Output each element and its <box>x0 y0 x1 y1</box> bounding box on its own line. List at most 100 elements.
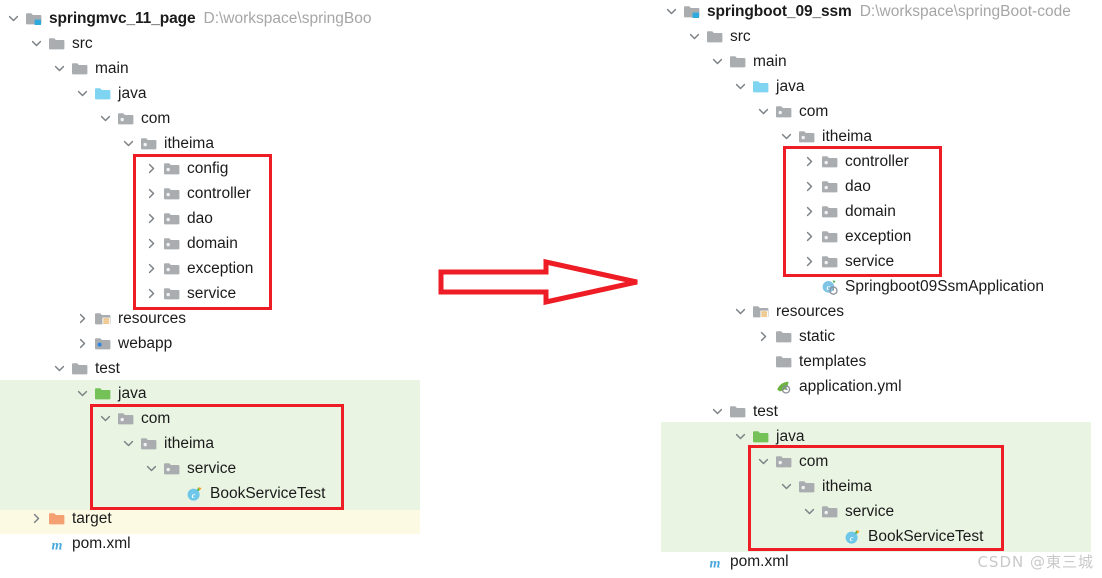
tree-row[interactable]: templates <box>756 349 866 374</box>
tree-row[interactable]: exception <box>802 224 911 249</box>
tree-row[interactable]: itheima <box>779 474 872 499</box>
tree-row[interactable]: springmvc_11_page D:\workspace\springBoo <box>6 6 372 31</box>
tree-row[interactable]: com <box>98 106 170 131</box>
chevron-down-icon[interactable] <box>733 429 748 444</box>
tree-row[interactable]: resources <box>75 306 186 331</box>
tree-row[interactable]: main <box>710 49 787 74</box>
tree-row-label: service <box>187 284 237 302</box>
folder-gray-icon <box>706 29 724 45</box>
tree-row[interactable]: java <box>75 81 146 106</box>
tree-row[interactable]: springboot_09_ssm D:\workspace\springBoot… <box>664 0 1071 24</box>
tree-row[interactable]: webapp <box>75 331 172 356</box>
tree-row-label: target <box>72 509 112 527</box>
chevron-right-icon[interactable] <box>144 236 159 251</box>
tree-row[interactable]: dao <box>144 206 213 231</box>
tree-row[interactable]: dao <box>802 174 871 199</box>
tree-row[interactable]: static <box>756 324 835 349</box>
tree-row[interactable]: config <box>144 156 228 181</box>
chevron-down-icon[interactable] <box>710 404 725 419</box>
tree-row[interactable]: java <box>75 381 146 406</box>
chevron-down-icon[interactable] <box>121 136 136 151</box>
chevron-down-icon[interactable] <box>802 504 817 519</box>
tree-row-label: test <box>95 359 120 377</box>
chevron-down-icon[interactable] <box>75 86 90 101</box>
chevron-down-icon[interactable] <box>6 11 21 26</box>
tree-row[interactable]: test <box>710 399 778 424</box>
chevron-right-icon[interactable] <box>144 161 159 176</box>
tree-row[interactable]: service <box>144 281 236 306</box>
chevron-down-icon[interactable] <box>687 29 702 44</box>
tree-row[interactable]: target <box>29 506 112 531</box>
folder-package-icon <box>775 104 793 120</box>
left-project-tree[interactable]: springmvc_11_page D:\workspace\springBoo s… <box>0 0 420 578</box>
chevron-down-icon[interactable] <box>29 36 44 51</box>
right-project-tree[interactable]: springboot_09_ssm D:\workspace\springBoot… <box>660 0 1102 578</box>
tree-row[interactable]: domain <box>144 231 238 256</box>
chevron-down-icon[interactable] <box>52 61 67 76</box>
chevron-down-icon[interactable] <box>98 111 113 126</box>
chevron-right-icon[interactable] <box>144 186 159 201</box>
chevron-down-icon[interactable] <box>664 4 679 19</box>
tree-row[interactable]: itheima <box>121 131 214 156</box>
chevron-down-icon[interactable] <box>121 436 136 451</box>
folder-package-icon <box>117 411 135 427</box>
tree-row[interactable]: service <box>144 456 236 481</box>
chevron-down-icon[interactable] <box>98 411 113 426</box>
tree-row[interactable]: itheima <box>121 431 214 456</box>
tree-row[interactable]: m pom.xml <box>29 531 131 556</box>
chevron-down-icon[interactable] <box>144 461 159 476</box>
tree-row[interactable]: domain <box>802 199 896 224</box>
tree-row[interactable]: java <box>733 424 804 449</box>
tree-row[interactable]: application.yml <box>756 374 902 399</box>
tree-row[interactable]: com <box>756 449 828 474</box>
chevron-right-icon[interactable] <box>756 329 771 344</box>
chevron-down-icon[interactable] <box>779 129 794 144</box>
tree-row[interactable]: test <box>52 356 120 381</box>
tree-row[interactable]: controller <box>144 181 251 206</box>
folder-package-icon <box>821 254 839 270</box>
svg-text:m: m <box>52 538 63 552</box>
chevron-down-icon[interactable] <box>75 386 90 401</box>
tree-row[interactable]: c Springboot09SsmApplication <box>802 274 1044 299</box>
tree-row-label: main <box>95 59 129 77</box>
chevron-right-icon[interactable] <box>802 254 817 269</box>
chevron-right-icon[interactable] <box>144 286 159 301</box>
folder-gray-icon <box>775 329 793 345</box>
tree-row[interactable]: c BookServiceTest <box>167 481 325 506</box>
tree-row[interactable]: service <box>802 249 894 274</box>
tree-row[interactable]: src <box>29 31 93 56</box>
tree-row[interactable]: main <box>52 56 129 81</box>
chevron-down-icon[interactable] <box>779 479 794 494</box>
folder-package-icon <box>163 211 181 227</box>
chevron-down-icon[interactable] <box>756 104 771 119</box>
tree-row[interactable]: exception <box>144 256 253 281</box>
chevron-right-icon[interactable] <box>802 179 817 194</box>
chevron-right-icon[interactable] <box>144 261 159 276</box>
tree-row[interactable]: com <box>756 99 828 124</box>
chevron-right-icon[interactable] <box>75 336 90 351</box>
tree-row[interactable]: src <box>687 24 751 49</box>
tree-row[interactable]: resources <box>733 299 844 324</box>
chevron-right-icon[interactable] <box>802 204 817 219</box>
tree-row-label: controller <box>845 152 909 170</box>
chevron-right-icon[interactable] <box>144 211 159 226</box>
chevron-down-icon[interactable] <box>733 304 748 319</box>
red-arrow-right <box>438 258 638 306</box>
tree-row[interactable]: java <box>733 74 804 99</box>
chevron-right-icon[interactable] <box>802 154 817 169</box>
tree-row[interactable]: m pom.xml <box>687 549 789 574</box>
tree-row-label: static <box>799 327 836 345</box>
tree-row[interactable]: c BookServiceTest <box>825 524 983 549</box>
chevron-right-icon[interactable] <box>802 229 817 244</box>
chevron-down-icon[interactable] <box>733 79 748 94</box>
tree-row[interactable]: com <box>98 406 170 431</box>
chevron-down-icon[interactable] <box>710 54 725 69</box>
tree-row[interactable]: itheima <box>779 124 872 149</box>
chevron-right-icon[interactable] <box>29 511 44 526</box>
module-folder-icon <box>683 4 701 20</box>
chevron-right-icon[interactable] <box>75 311 90 326</box>
tree-row[interactable]: service <box>802 499 894 524</box>
chevron-down-icon[interactable] <box>52 361 67 376</box>
chevron-down-icon[interactable] <box>756 454 771 469</box>
tree-row[interactable]: controller <box>802 149 909 174</box>
